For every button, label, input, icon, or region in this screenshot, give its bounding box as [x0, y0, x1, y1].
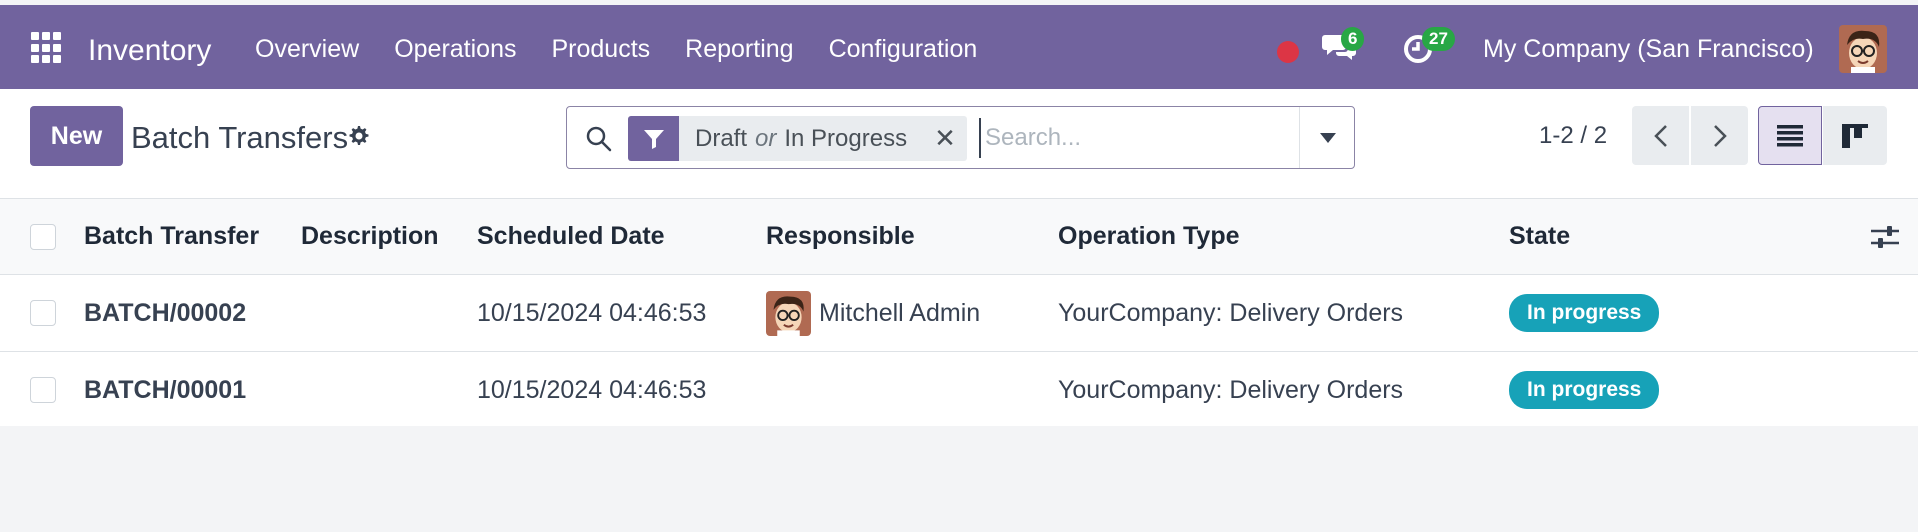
page-title: Batch Transfers — [131, 120, 349, 155]
new-button[interactable]: New — [30, 106, 123, 166]
search-input[interactable] — [979, 118, 1289, 158]
optional-columns-sliders-icon[interactable] — [1871, 199, 1899, 274]
header-responsible[interactable]: Responsible — [766, 199, 915, 274]
filter-icon — [628, 116, 679, 161]
main-menu: Overview Operations Products Reporting C… — [255, 35, 1012, 64]
facet-value-in-progress: In Progress — [784, 124, 908, 152]
activities-count-badge: 27 — [1422, 27, 1455, 51]
caret-down-icon — [1319, 132, 1336, 143]
list-view-button[interactable] — [1758, 106, 1822, 165]
messages-count-badge: 6 — [1341, 27, 1365, 51]
chevron-right-icon — [1713, 124, 1727, 147]
cell-batch-transfer: BATCH/00002 — [84, 298, 247, 327]
chevron-left-icon — [1653, 124, 1667, 147]
cell-responsible: Mitchell Admin — [766, 275, 980, 351]
status-badge: In progress — [1509, 371, 1660, 409]
cell-scheduled-date: 10/15/2024 04:46:53 — [477, 375, 707, 404]
pager-previous-button[interactable] — [1632, 106, 1689, 165]
header-scheduled-date[interactable]: Scheduled Date — [477, 199, 665, 274]
filter-facet: Draft or In Progress ✕ — [628, 116, 968, 161]
select-all-checkbox[interactable] — [30, 223, 56, 250]
pager-next-button[interactable] — [1691, 106, 1748, 165]
row-checkbox[interactable] — [30, 300, 56, 326]
cell-scheduled-date: 10/15/2024 04:46:53 — [477, 298, 707, 327]
cell-operation-type: YourCompany: Delivery Orders — [1058, 298, 1404, 327]
status-badge: In progress — [1509, 294, 1660, 332]
app-menu-grid-icon[interactable] — [31, 32, 63, 64]
table-row[interactable]: BATCH/00002 10/15/2024 04:46:53 Mitchell… — [0, 275, 1918, 352]
record-dot-icon[interactable] — [1277, 41, 1299, 63]
facet-separator: or — [755, 124, 777, 152]
header-operation-type[interactable]: Operation Type — [1058, 199, 1240, 274]
cell-batch-transfer: BATCH/00001 — [84, 375, 247, 404]
activities-button[interactable]: 27 — [1402, 27, 1455, 70]
batch-transfers-table: Batch Transfer Description Scheduled Dat… — [0, 199, 1918, 429]
menu-reporting[interactable]: Reporting — [685, 35, 793, 64]
messages-button[interactable]: 6 — [1321, 27, 1365, 70]
top-navbar: Inventory Overview Operations Products R… — [0, 5, 1918, 89]
cell-operation-type: YourCompany: Delivery Orders — [1058, 375, 1404, 404]
menu-operations[interactable]: Operations — [394, 35, 516, 64]
app-name[interactable]: Inventory — [88, 34, 211, 68]
control-panel: New Batch Transfers Draft or In Progress… — [0, 89, 1918, 199]
kanban-view-button[interactable] — [1823, 106, 1887, 165]
user-avatar[interactable] — [1839, 25, 1887, 73]
header-batch-transfer[interactable]: Batch Transfer — [84, 199, 259, 274]
header-description[interactable]: Description — [301, 199, 439, 274]
cell-state: In progress — [1509, 352, 1660, 428]
gear-icon[interactable] — [346, 124, 370, 153]
facet-values: Draft or In Progress — [679, 116, 923, 161]
facet-value-draft: Draft — [695, 124, 748, 152]
header-state[interactable]: State — [1509, 199, 1570, 274]
table-header: Batch Transfer Description Scheduled Dat… — [0, 199, 1918, 275]
avatar — [766, 290, 811, 336]
menu-products[interactable]: Products — [551, 35, 650, 64]
pager-value[interactable]: 1-2 / 2 — [1539, 122, 1607, 150]
list-icon — [1777, 124, 1803, 146]
remove-facet-close-icon[interactable]: ✕ — [923, 116, 967, 161]
menu-overview[interactable]: Overview — [255, 35, 359, 64]
company-switcher[interactable]: My Company (San Francisco) — [1483, 35, 1814, 64]
search-icon[interactable] — [585, 125, 613, 158]
responsible-name: Mitchell Admin — [819, 298, 981, 327]
empty-list-area — [0, 426, 1918, 532]
search-options-toggle[interactable] — [1299, 107, 1355, 168]
menu-configuration[interactable]: Configuration — [829, 35, 978, 64]
search-bar: Draft or In Progress ✕ — [566, 106, 1355, 169]
row-checkbox[interactable] — [30, 377, 56, 403]
table-row[interactable]: BATCH/00001 10/15/2024 04:46:53 YourComp… — [0, 352, 1918, 429]
kanban-icon — [1842, 123, 1868, 148]
cell-state: In progress — [1509, 275, 1660, 351]
